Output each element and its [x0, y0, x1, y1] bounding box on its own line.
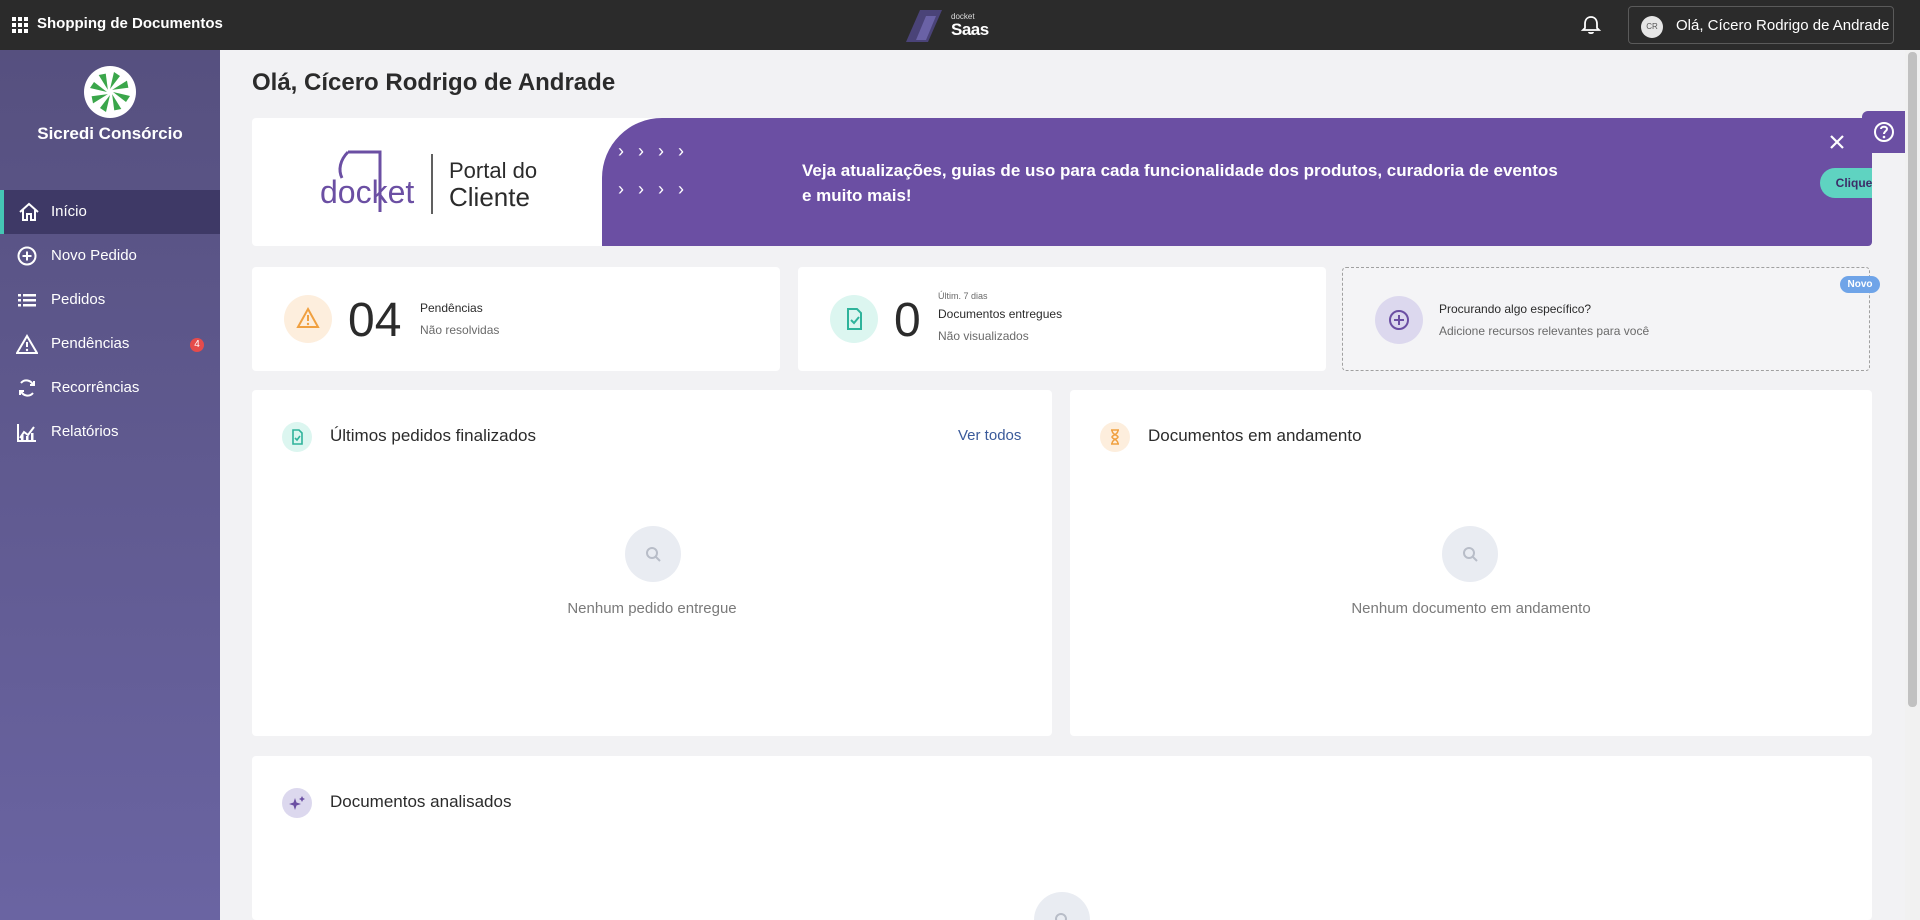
panel-title: Últimos pedidos finalizados — [330, 426, 536, 445]
delivered-label: Documentos entregues — [938, 307, 1063, 321]
delivered-period: Últim. 7 dias — [938, 291, 988, 301]
pending-label: Pendências — [420, 301, 483, 315]
apps-grid-icon[interactable] — [12, 17, 28, 33]
sidebar-item-pedidos[interactable]: Pedidos — [0, 278, 220, 322]
document-icon — [282, 422, 312, 452]
pending-count: 04 — [348, 294, 402, 347]
search-icon — [625, 526, 681, 582]
empty-state-text: Nenhum documento em andamento — [1351, 600, 1591, 617]
banner-logo-line1: Portal do — [449, 158, 538, 183]
new-badge: Novo — [1840, 276, 1880, 293]
warning-icon — [284, 295, 332, 343]
sidebar-item-relatorios[interactable]: Relatórios — [0, 410, 220, 454]
notifications-bell-icon[interactable] — [1580, 14, 1602, 36]
sidebar-item-label: Pendências — [51, 335, 130, 352]
sidebar-item-label: Início — [51, 203, 87, 220]
help-button[interactable] — [1862, 111, 1906, 153]
user-menu-button[interactable]: CR Olá, Cícero Rodrigo de Andrade — [1628, 6, 1894, 44]
search-icon — [1034, 892, 1090, 920]
top-bar: Shopping de Documentos docket Saas CR Ol… — [0, 0, 1920, 50]
sidebar-item-pendencias[interactable]: Pendências 4 — [0, 322, 220, 366]
panel-title: Documentos em andamento — [1148, 426, 1362, 445]
delivered-sublabel: Não visualizados — [938, 329, 1029, 343]
sidebar-item-label: Novo Pedido — [51, 247, 137, 264]
chart-icon — [17, 424, 36, 442]
avatar: CR — [1641, 16, 1663, 38]
sidebar-item-novo-pedido[interactable]: Novo Pedido — [0, 234, 220, 278]
hourglass-icon — [1100, 422, 1130, 452]
discover-sublabel: Adicione recursos relevantes para você — [1439, 324, 1650, 338]
banner-logo-line2: Cliente — [449, 182, 530, 212]
plus-circle-icon — [1375, 296, 1423, 344]
page-scrollbar[interactable] — [1905, 50, 1920, 920]
list-icon — [18, 294, 36, 307]
close-icon[interactable] — [1829, 134, 1845, 150]
add-resources-card[interactable]: Novo Procurando algo específico? Adicion… — [1342, 267, 1880, 371]
in-progress-panel: Documentos em andamento Nenhum documento… — [1070, 390, 1872, 736]
portal-banner: docket Portal do Cliente ›››› ›››› Veja … — [252, 118, 1872, 246]
sidebar-item-label: Recorrências — [51, 379, 140, 396]
saas-logo-mark-icon — [906, 10, 942, 42]
scrollbar-thumb[interactable] — [1908, 52, 1917, 707]
document-check-icon — [830, 295, 878, 343]
sidebar-item-recorrencias[interactable]: Recorrências — [0, 366, 220, 410]
see-all-link[interactable]: Ver todos — [958, 427, 1021, 444]
finished-orders-panel: Últimos pedidos finalizados Ver todos Ne… — [252, 390, 1052, 736]
pending-sublabel: Não resolvidas — [420, 323, 500, 337]
page-title: Olá, Cícero Rodrigo de Andrade — [252, 69, 616, 96]
banner-purple-area: ›››› ›››› Veja atualizações, guias de us… — [602, 118, 1872, 246]
chevrons-decoration-icon: ›››› ›››› — [618, 141, 698, 199]
org-name: Sicredi Consórcio — [37, 124, 183, 143]
panel-title: Documentos analisados — [330, 792, 512, 811]
app-title[interactable]: Shopping de Documentos — [37, 15, 223, 32]
brand-large-text: Saas — [951, 20, 989, 39]
plus-circle-icon — [17, 246, 37, 266]
sidebar-item-label: Relatórios — [51, 423, 119, 440]
sidebar-item-inicio[interactable]: Início — [0, 190, 220, 234]
empty-state-text: Nenhum pedido entregue — [567, 600, 737, 617]
discover-label: Procurando algo específico? — [1439, 302, 1592, 316]
search-icon — [1442, 526, 1498, 582]
banner-text: Veja atualizações, guias de uso para cad… — [802, 161, 1558, 205]
pending-count-badge: 4 — [190, 338, 204, 352]
question-icon — [1874, 122, 1894, 142]
pending-stat-card[interactable]: 04 Pendências Não resolvidas — [252, 267, 780, 371]
analyzed-documents-panel: Documentos analisados — [252, 756, 1872, 920]
delivered-stat-card[interactable]: 0 Últim. 7 dias Documentos entregues Não… — [798, 267, 1326, 371]
sparkle-icon — [282, 788, 312, 818]
org-logo — [84, 66, 136, 118]
portal-do-cliente-logo: docket Portal do Cliente — [320, 150, 550, 223]
sidebar-item-label: Pedidos — [51, 291, 106, 308]
banner-cta-button[interactable]: Clique aqui — [1820, 168, 1872, 198]
delivered-count: 0 — [894, 294, 921, 347]
user-greeting: Olá, Cícero Rodrigo de Andrade — [1676, 17, 1890, 34]
warning-icon — [16, 334, 38, 354]
refresh-icon — [19, 379, 35, 397]
home-icon — [19, 202, 39, 221]
sidebar: Sicredi Consórcio Início Novo Pedido Ped… — [0, 50, 220, 920]
docket-saas-logo: docket Saas — [906, 8, 996, 42]
banner-logo-word: docket — [320, 174, 415, 210]
